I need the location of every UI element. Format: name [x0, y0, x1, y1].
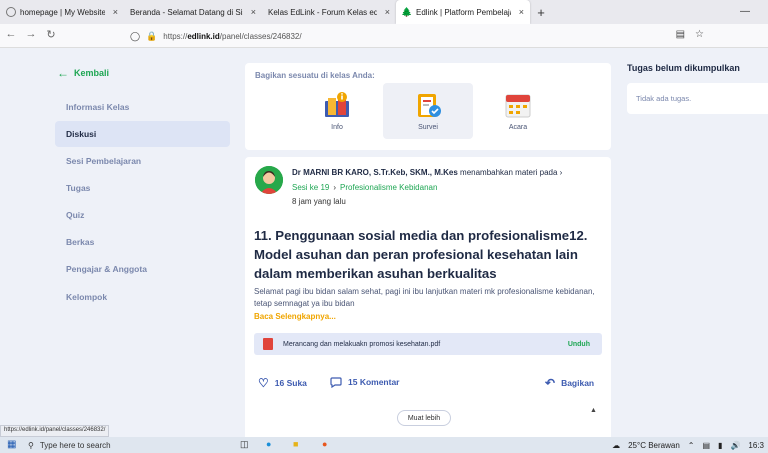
status-url: https://edlink.id/panel/classes/246832/: [0, 425, 110, 437]
back-link[interactable]: ← Kembali: [57, 66, 109, 80]
task-view-icon[interactable]: ◫: [240, 439, 249, 450]
browser-tab[interactable]: homepage | My Website ×: [0, 0, 124, 24]
sidebar-item-pengajar-anggota[interactable]: Pengajar & Anggota: [55, 256, 230, 282]
chevron-up-icon[interactable]: ⌃: [688, 441, 695, 450]
close-icon[interactable]: ×: [113, 7, 118, 17]
system-tray: ☁ 25°C Berawan ⌃ ▤ ▮ 🔊 16:3: [612, 439, 768, 451]
attachment-name: Merancang dan melakuakn promosi kesehata…: [283, 340, 441, 348]
sidebar-item-diskusi[interactable]: Diskusi: [55, 121, 230, 147]
pending-assignments-card: Tidak ada tugas.: [627, 83, 768, 114]
weather-text[interactable]: 25°C Berawan: [628, 441, 680, 450]
sidebar-item-informasi-kelas[interactable]: Informasi Kelas: [55, 94, 230, 120]
post-action-text: menambahkan materi pada: [460, 168, 558, 177]
share-arrow-icon: ↶: [545, 376, 556, 390]
session-link[interactable]: Sesi ke 19: [292, 183, 329, 192]
load-more-button[interactable]: Muat lebih: [397, 410, 451, 426]
topic-link[interactable]: Profesionalisme Kebidanan: [340, 183, 437, 192]
new-tab-button[interactable]: +: [530, 0, 552, 24]
like-button[interactable]: ♡ 16 Suka: [258, 376, 307, 390]
share-title: Bagikan sesuatu di kelas Anda:: [255, 71, 375, 80]
heart-icon: ♡: [258, 376, 269, 390]
pdf-file-icon: [263, 338, 273, 350]
user-avatar-icon: [255, 166, 283, 194]
share-option-info[interactable]: Info: [292, 83, 382, 139]
post-body: Selamat pagi ibu bidan salam sehat, pagi…: [254, 287, 595, 308]
comment-button[interactable]: 15 Komentar: [330, 376, 400, 388]
file-explorer-icon[interactable]: ■: [293, 439, 298, 449]
empty-assignments-text: Tidak ada tugas.: [636, 94, 692, 103]
post-card: Dr MARNI BR KARO, S.Tr.Keb, SKM., M.Kes …: [245, 157, 611, 453]
pending-assignments-title: Tugas belum dikumpulkan: [627, 63, 740, 73]
url-text: https://edlink.id/panel/classes/246832/: [163, 31, 302, 41]
close-icon[interactable]: ×: [385, 7, 390, 17]
sidebar-item-berkas[interactable]: Berkas: [55, 229, 230, 255]
sidebar-item-sesi-pembelajaran[interactable]: Sesi Pembelajaran: [55, 148, 230, 174]
battery-icon[interactable]: ▮: [718, 441, 722, 450]
volume-icon[interactable]: 🔊: [730, 441, 740, 450]
scroll-up-icon[interactable]: ▲: [590, 407, 597, 414]
share-option-acara[interactable]: Acara: [473, 83, 563, 139]
browser-tab[interactable]: Beranda - Selamat Datang di Sistem ×: [124, 0, 262, 24]
post-timestamp: 8 jam yang lalu: [292, 197, 346, 206]
edge-browser-icon[interactable]: ●: [266, 439, 271, 449]
post-author-line: Dr MARNI BR KARO, S.Tr.Keb, SKM., M.Kes …: [292, 168, 562, 177]
os-taskbar: ▦ ⚲ Type here to search ◫ ● ■ ● ☁ 25°C B…: [0, 437, 768, 453]
browser-tab-active[interactable]: 🌲 Edlink | Platform Pembelajaran ×: [396, 0, 530, 24]
attachment-row[interactable]: Merancang dan melakuakn promosi kesehata…: [254, 333, 602, 355]
chevron-right-icon: ›: [559, 168, 563, 177]
sidebar-item-quiz[interactable]: Quiz: [55, 202, 230, 228]
bookmark-star-icon[interactable]: ☆: [695, 29, 704, 40]
post-title[interactable]: 11. Penggunaan sosial media dan profesio…: [254, 226, 599, 283]
sidebar-item-tugas[interactable]: Tugas: [55, 175, 230, 201]
info-book-icon: [325, 92, 349, 117]
close-icon[interactable]: ×: [251, 7, 256, 17]
arrow-left-icon: ←: [57, 66, 69, 80]
read-more-link[interactable]: Baca Selengkapnya...: [254, 312, 336, 321]
network-icon[interactable]: ▤: [702, 441, 710, 450]
taskbar-search[interactable]: ⚲ Type here to search: [28, 438, 228, 452]
post-actions: ♡ 16 Suka 15 Komentar ↶ Bagikan: [258, 376, 601, 390]
download-link[interactable]: Unduh: [568, 341, 590, 348]
browser-tab[interactable]: Kelas EdLink - Forum Kelas edLink ×: [262, 0, 396, 24]
close-icon[interactable]: ×: [519, 7, 524, 17]
browser-nav-bar: ← → ↻ ◯ 🔒 https://edlink.id/panel/classe…: [0, 24, 768, 48]
lock-icon: 🔒: [146, 30, 158, 41]
shield-icon: ◯: [130, 30, 141, 41]
reader-view-icon[interactable]: ▤: [676, 29, 685, 40]
minimize-button[interactable]: —: [740, 6, 750, 17]
share-card: Bagikan sesuatu di kelas Anda: Info Surv…: [245, 63, 611, 150]
firefox-icon[interactable]: ●: [322, 439, 327, 449]
comment-icon: [330, 377, 342, 388]
address-bar[interactable]: ◯ 🔒 https://edlink.id/panel/classes/2468…: [130, 27, 705, 45]
share-option-survei[interactable]: Survei: [383, 83, 473, 139]
reload-icon[interactable]: ↻: [44, 28, 58, 41]
avatar[interactable]: [255, 166, 283, 194]
forward-arrow-icon[interactable]: →: [24, 28, 38, 40]
share-button[interactable]: ↶ Bagikan: [545, 376, 594, 390]
chevron-right-icon: ›: [333, 183, 337, 192]
back-arrow-icon[interactable]: ←: [4, 28, 18, 40]
calendar-icon: [505, 94, 531, 118]
clock[interactable]: 16:3: [748, 441, 764, 450]
author-name[interactable]: Dr MARNI BR KARO, S.Tr.Keb, SKM., M.Kes: [292, 168, 458, 177]
browser-tab-bar: homepage | My Website × Beranda - Selama…: [0, 0, 768, 24]
search-icon: ⚲: [28, 440, 34, 450]
edlink-logo-icon: 🌲: [401, 6, 413, 17]
windows-start-icon[interactable]: ▦: [7, 439, 16, 450]
survey-clipboard-icon: [418, 94, 441, 117]
weather-icon[interactable]: ☁: [612, 441, 620, 450]
globe-icon: [6, 7, 16, 17]
post-breadcrumb: Sesi ke 19 › Profesionalisme Kebidanan: [292, 183, 437, 192]
sidebar-item-kelompok[interactable]: Kelompok: [55, 284, 230, 310]
